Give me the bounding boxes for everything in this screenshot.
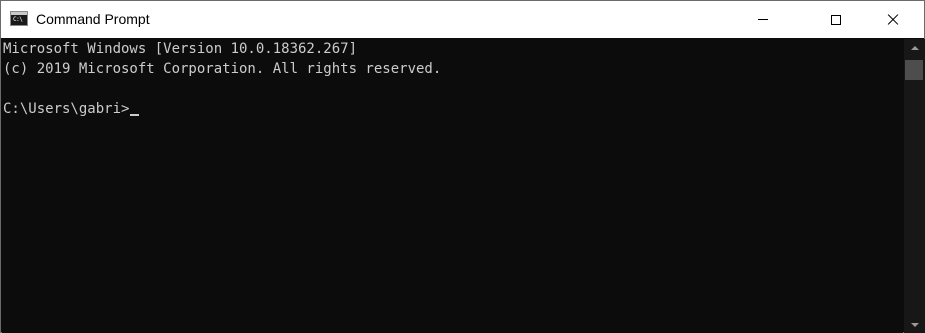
- chevron-down-icon: [910, 322, 919, 327]
- close-button[interactable]: [870, 1, 916, 38]
- minimize-button[interactable]: [740, 1, 786, 38]
- minimize-icon: [758, 19, 768, 20]
- text-cursor: [130, 114, 139, 116]
- app-icon-glyph: C:\: [13, 16, 23, 23]
- console-output[interactable]: Microsoft Windows [Version 10.0.18362.26…: [2, 39, 903, 333]
- scrollbar-thumb[interactable]: [905, 60, 923, 80]
- console-line-version: Microsoft Windows [Version 10.0.18362.26…: [3, 41, 358, 57]
- console-prompt[interactable]: C:\Users\gabri>: [3, 99, 129, 119]
- command-prompt-icon[interactable]: C:\: [10, 11, 28, 26]
- window-title: Command Prompt: [36, 11, 150, 27]
- title-bar[interactable]: C:\ Command Prompt: [1, 1, 924, 38]
- close-icon: [887, 14, 899, 26]
- maximize-icon: [831, 14, 841, 25]
- chevron-up-icon: [910, 45, 919, 50]
- scroll-up-button[interactable]: [904, 39, 925, 56]
- command-prompt-window: C:\ Command Prompt Microsoft Windows [Ve…: [0, 0, 925, 333]
- vertical-scrollbar[interactable]: [904, 39, 925, 333]
- maximize-button[interactable]: [813, 1, 859, 38]
- scroll-down-button[interactable]: [904, 316, 925, 333]
- console-line-copyright: (c) 2019 Microsoft Corporation. All righ…: [3, 61, 442, 77]
